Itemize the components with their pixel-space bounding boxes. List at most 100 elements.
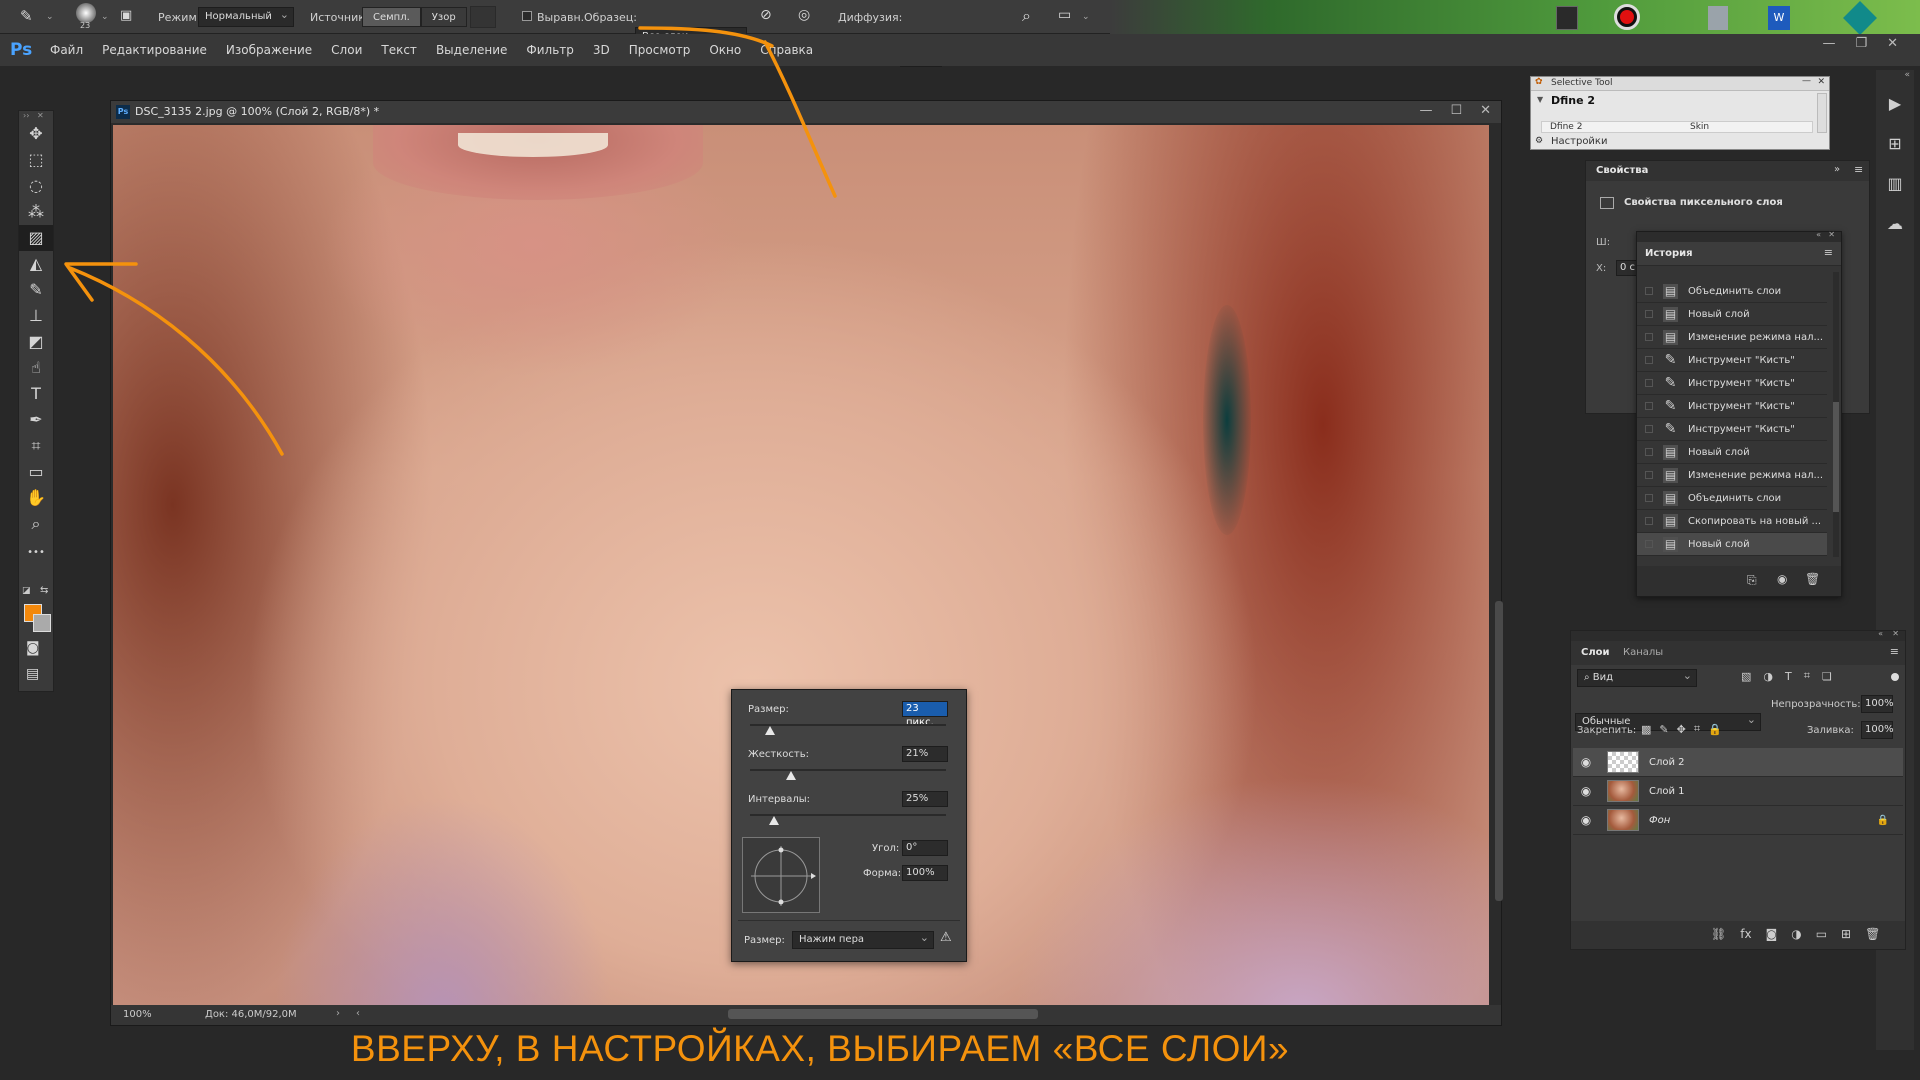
bp-roundness-field[interactable]: 100%: [902, 865, 948, 881]
rectangle-tool[interactable]: ▭: [19, 459, 53, 485]
tab-layers[interactable]: Слои: [1581, 647, 1610, 658]
visibility-eye-icon[interactable]: ◉: [1573, 784, 1599, 798]
history-state[interactable]: ▤ Изменение режима нал...: [1637, 464, 1827, 487]
brush-angle-preview[interactable]: [742, 837, 820, 913]
history-state[interactable]: ✎ Инструмент "Кисть": [1637, 372, 1827, 395]
doc-close-icon[interactable]: ✕: [1480, 103, 1491, 118]
screen-mode-icon[interactable]: ▤: [26, 666, 39, 682]
aligned-checkbox[interactable]: [522, 11, 532, 21]
history-state[interactable]: ✎ Инструмент "Кисть": [1637, 395, 1827, 418]
selective-tool-settings-icon[interactable]: ⚙: [1535, 136, 1543, 146]
filter-smart-object-icon[interactable]: ❏: [1822, 670, 1832, 683]
quick-mask-icon[interactable]: ◙: [26, 640, 40, 656]
menu-view[interactable]: Просмотр: [629, 43, 691, 57]
new-layer-icon[interactable]: ⊞: [1841, 927, 1851, 941]
adjustments-icon[interactable]: ⊞: [1876, 124, 1914, 164]
menu-filter[interactable]: Фильтр: [526, 43, 573, 57]
history-grip[interactable]: « ✕: [1637, 230, 1841, 242]
dock-collapse-icon[interactable]: «: [1876, 70, 1914, 84]
minimize-icon[interactable]: —: [1822, 36, 1835, 51]
eraser-tool[interactable]: ◩: [19, 329, 53, 355]
history-scrollbar[interactable]: [1833, 272, 1839, 557]
clone-source-panel-icon[interactable]: ▣: [120, 8, 132, 23]
selective-tool-row[interactable]: Dfine 2 Skin: [1541, 121, 1813, 133]
history-state[interactable]: ▤ Скопировать на новый ...: [1637, 510, 1827, 533]
history-source-checkbox[interactable]: [1645, 494, 1653, 502]
filmora-app-icon[interactable]: [1843, 1, 1877, 35]
bp-spacing-slider-thumb[interactable]: [768, 816, 779, 825]
history-state[interactable]: ▤ Изменение режима нал...: [1637, 326, 1827, 349]
opacity-field[interactable]: 100%: [1861, 695, 1894, 713]
filter-pixel-icon[interactable]: ▧: [1741, 670, 1751, 683]
properties-panel-icon[interactable]: ▥: [1876, 164, 1914, 204]
selective-tool-minimize-icon[interactable]: —: [1802, 76, 1811, 86]
menu-layer[interactable]: Слои: [331, 43, 362, 57]
filter-shape-icon[interactable]: ⌗: [1804, 669, 1810, 683]
word-app-icon[interactable]: W: [1768, 6, 1790, 30]
history-close-icon[interactable]: ✕: [1828, 230, 1835, 239]
new-adjustment-icon[interactable]: ◑: [1791, 927, 1801, 941]
bp-hardness-slider-thumb[interactable]: [786, 771, 797, 780]
properties-menu-icon[interactable]: ≡: [1854, 163, 1863, 176]
scroll-left-icon[interactable]: ‹: [356, 1008, 360, 1019]
horizontal-scrollbar[interactable]: [728, 1009, 1038, 1019]
vertical-scrollbar[interactable]: [1495, 601, 1503, 901]
marquee-tool[interactable]: ⬚: [19, 147, 53, 173]
history-source-checkbox[interactable]: [1645, 540, 1653, 548]
stamp-tool[interactable]: ⊥: [19, 303, 53, 329]
pattern-picker[interactable]: [470, 6, 496, 28]
source-pattern-button[interactable]: Узор: [420, 7, 467, 27]
menu-select[interactable]: Выделение: [436, 43, 507, 57]
menu-image[interactable]: Изображение: [226, 43, 312, 57]
play-actions-icon[interactable]: ▶: [1876, 84, 1914, 124]
brush-tip-preview[interactable]: [76, 3, 96, 23]
history-source-checkbox[interactable]: [1645, 425, 1653, 433]
visibility-eye-icon[interactable]: ◉: [1573, 813, 1599, 827]
selective-tool-item[interactable]: Dfine 2: [1551, 94, 1595, 107]
menu-help[interactable]: Справка: [760, 43, 813, 57]
workspace-icon[interactable]: ▭: [1058, 7, 1071, 23]
doc-minimize-icon[interactable]: —: [1419, 103, 1432, 118]
bp-spacing-track[interactable]: [750, 814, 946, 816]
layers-collapse-icon[interactable]: «: [1878, 629, 1883, 638]
record-app-icon[interactable]: [1614, 4, 1640, 30]
bp-hardness-track[interactable]: [750, 769, 946, 771]
healing-brush-tool[interactable]: ▨: [19, 225, 53, 251]
background-color-swatch[interactable]: [33, 614, 51, 632]
lasso-tool[interactable]: ◌: [19, 173, 53, 199]
crop-tool[interactable]: ⌗: [19, 433, 53, 459]
history-state[interactable]: ✎ Инструмент "Кисть": [1637, 349, 1827, 372]
default-colors-icon[interactable]: ◪: [22, 586, 31, 596]
move-tool[interactable]: ✥: [19, 121, 53, 147]
mode-select[interactable]: Нормальный: [198, 6, 294, 27]
brush-picker-arrow-icon[interactable]: ⌄: [101, 12, 109, 22]
history-tab[interactable]: История: [1645, 248, 1693, 259]
visibility-eye-icon[interactable]: ◉: [1573, 755, 1599, 769]
pressure-size-icon[interactable]: ◎: [798, 7, 810, 23]
restore-icon[interactable]: ❐: [1855, 36, 1867, 51]
swap-colors-icon[interactable]: ⇆: [40, 585, 48, 596]
paint-bucket-tool[interactable]: ◭: [19, 251, 53, 277]
toolbar-grip[interactable]: ›› ✕: [19, 111, 53, 121]
bp-spacing-field[interactable]: 25%: [902, 791, 948, 807]
history-source-checkbox[interactable]: [1645, 471, 1653, 479]
history-scroll-thumb[interactable]: [1833, 402, 1839, 512]
document-tab[interactable]: Ps DSC_3135 2.jpg @ 100% (Слой 2, RGB/8*…: [111, 101, 1501, 123]
history-source-checkbox[interactable]: [1645, 517, 1653, 525]
ignore-adjustment-layers-icon[interactable]: ⊘: [760, 7, 772, 23]
book-app-icon[interactable]: [1556, 6, 1578, 30]
history-source-checkbox[interactable]: [1645, 287, 1653, 295]
source-sampled-button[interactable]: Семпл.: [362, 7, 421, 27]
delete-layer-trash-icon[interactable]: 🗑: [1865, 927, 1880, 941]
archive-app-icon[interactable]: [1708, 6, 1728, 30]
pen-tool[interactable]: ✒: [19, 407, 53, 433]
selective-tool-scrollbar[interactable]: [1817, 93, 1827, 133]
new-document-from-state-icon[interactable]: ⎘: [1747, 573, 1757, 588]
close-icon[interactable]: ✕: [1887, 36, 1898, 51]
lock-artboard-icon[interactable]: ⌗: [1694, 722, 1700, 736]
snapshot-camera-icon[interactable]: ◉: [1777, 572, 1787, 586]
search-icon[interactable]: ⌕: [1022, 6, 1031, 26]
magic-wand-tool[interactable]: ⁂: [19, 199, 53, 225]
layers-grip[interactable]: « ✕: [1571, 629, 1905, 641]
history-source-checkbox[interactable]: [1645, 402, 1653, 410]
